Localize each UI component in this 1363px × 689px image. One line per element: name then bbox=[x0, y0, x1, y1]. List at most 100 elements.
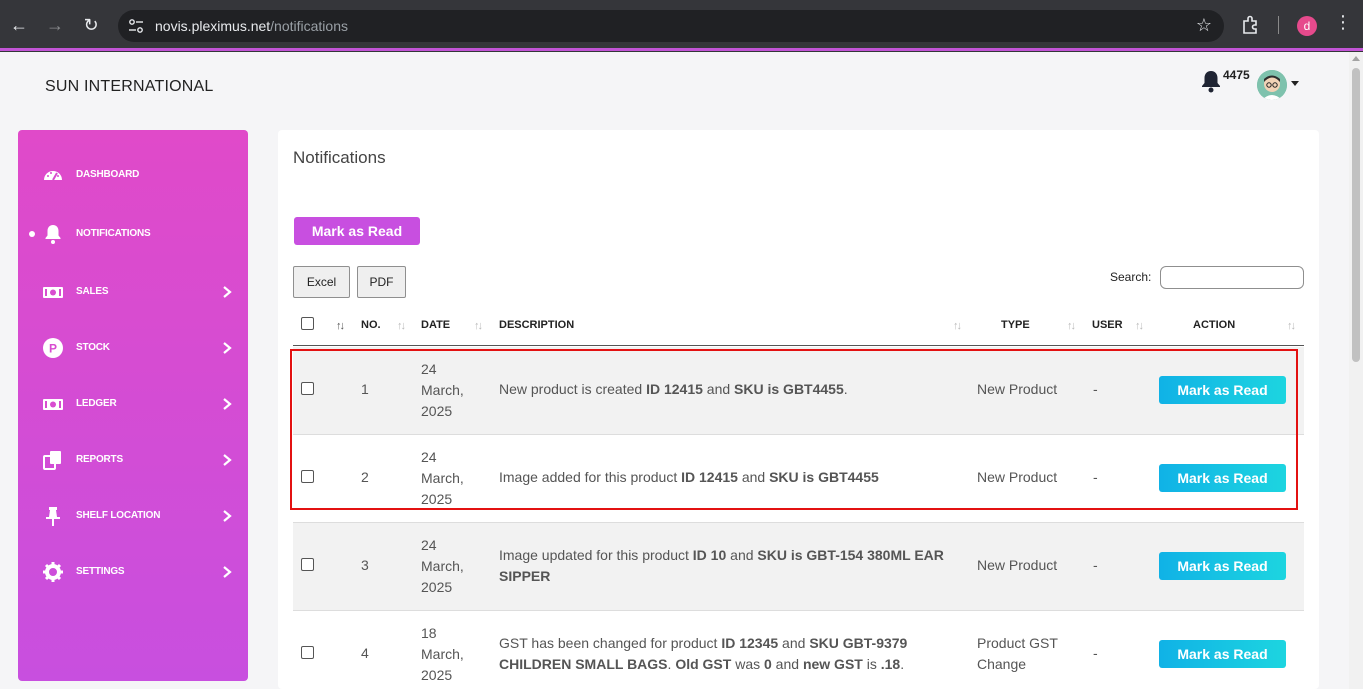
page-scrollbar[interactable] bbox=[1349, 52, 1363, 689]
site-settings-icon[interactable] bbox=[128, 18, 144, 34]
mark-all-read-button[interactable]: Mark as Read bbox=[294, 217, 420, 245]
browser-menu-icon[interactable]: ⋮ bbox=[1334, 12, 1352, 33]
row-description: Image updated for this product ID 10 and… bbox=[499, 545, 954, 587]
sidebar-item-label: SHELF LOCATION bbox=[76, 510, 161, 521]
row-date: 18 March, 2025 bbox=[421, 623, 491, 686]
chevron-right-icon bbox=[223, 286, 232, 298]
bell-icon bbox=[45, 225, 61, 244]
search-label: Search: bbox=[1110, 270, 1152, 284]
back-icon[interactable]: ← bbox=[6, 12, 32, 38]
row-user: - bbox=[1093, 645, 1098, 661]
sidebar-item-label: NOTIFICATIONS bbox=[76, 228, 151, 239]
desc-bold-part: ID 12345 bbox=[721, 635, 779, 651]
sort-icon[interactable]: ↑↓ bbox=[1135, 320, 1144, 332]
desc-bold-part: ID 10 bbox=[692, 547, 727, 563]
date-month: March, bbox=[421, 646, 464, 662]
sidebar-item-notifications[interactable]: NOTIFICATIONS bbox=[18, 216, 248, 252]
profile-avatar[interactable]: d bbox=[1297, 16, 1317, 36]
column-header-date[interactable]: DATE bbox=[421, 319, 450, 331]
mark-as-read-button[interactable]: Mark as Read bbox=[1159, 552, 1286, 580]
export-excel-button[interactable]: Excel bbox=[293, 266, 350, 298]
avatar-face-icon bbox=[1257, 70, 1287, 100]
sidebar-item-label: REPORTS bbox=[76, 454, 123, 465]
sidebar-item-shelf-location[interactable]: SHELF LOCATION bbox=[18, 498, 248, 534]
forward-icon[interactable]: → bbox=[42, 12, 68, 38]
desc-part: was bbox=[731, 656, 764, 672]
desc-bold-part: Old GST bbox=[675, 656, 732, 672]
desc-part: is bbox=[862, 656, 881, 672]
sidebar-item-reports[interactable]: REPORTS bbox=[18, 442, 248, 478]
row-type: New Product bbox=[977, 557, 1058, 573]
sidebar-item-stock[interactable]: P STOCK bbox=[18, 330, 248, 366]
desc-part: Image updated for this product bbox=[499, 547, 693, 563]
p-circle-icon: P bbox=[43, 338, 63, 358]
export-pdf-button[interactable]: PDF bbox=[357, 266, 406, 298]
desc-bold-part: 0 bbox=[764, 656, 772, 672]
desc-bold-part: .18 bbox=[880, 656, 901, 672]
row-description: GST has been changed for product ID 1234… bbox=[499, 633, 954, 675]
select-all-checkbox[interactable] bbox=[301, 317, 314, 330]
chevron-right-icon bbox=[223, 510, 232, 522]
svg-text:P: P bbox=[49, 342, 57, 356]
column-header-type[interactable]: TYPE bbox=[1001, 319, 1030, 331]
address-bar[interactable]: novis.pleximus.net/notifications ☆ bbox=[118, 10, 1224, 42]
date-month: March, bbox=[421, 558, 464, 574]
sidebar-item-settings[interactable]: SETTINGS bbox=[18, 554, 248, 590]
documents-icon bbox=[43, 451, 61, 470]
chevron-right-icon bbox=[223, 454, 232, 466]
date-day: 18 bbox=[421, 625, 437, 641]
row-number: 3 bbox=[361, 557, 369, 573]
sidebar-item-sales[interactable]: SALES bbox=[18, 274, 248, 310]
date-year: 2025 bbox=[421, 667, 453, 683]
row-checkbox[interactable] bbox=[301, 646, 314, 659]
money-icon bbox=[43, 399, 63, 410]
money-icon bbox=[43, 287, 63, 298]
speedometer-icon bbox=[44, 171, 62, 181]
sort-icon[interactable]: ↑↓ bbox=[953, 320, 962, 332]
scrollbar-thumb[interactable] bbox=[1352, 68, 1360, 362]
desc-part: and bbox=[771, 656, 803, 672]
chrome-accent-line bbox=[0, 48, 1363, 51]
column-header-description[interactable]: DESCRIPTION bbox=[499, 319, 574, 331]
highlight-annotation bbox=[290, 349, 1298, 510]
sort-icon[interactable]: ↑↓ bbox=[1067, 320, 1076, 332]
chevron-right-icon bbox=[223, 342, 232, 354]
avatar-caret-icon[interactable] bbox=[1291, 81, 1299, 86]
mark-as-read-button[interactable]: Mark as Read bbox=[1159, 640, 1286, 668]
url-host: novis.pleximus.net bbox=[155, 18, 271, 34]
toolbar-separator bbox=[1278, 16, 1279, 34]
sort-icon[interactable]: ↑↓ bbox=[474, 320, 483, 332]
chevron-right-icon bbox=[223, 566, 232, 578]
column-header-no[interactable]: NO. bbox=[361, 319, 381, 331]
sidebar-item-label: STOCK bbox=[76, 342, 110, 353]
sidebar-item-dashboard[interactable]: DASHBOARD bbox=[18, 157, 248, 193]
column-header-action[interactable]: ACTION bbox=[1193, 319, 1235, 331]
pin-icon bbox=[46, 507, 60, 526]
desc-part: . bbox=[900, 656, 905, 672]
active-indicator bbox=[29, 231, 35, 237]
browser-toolbar: ← → ↻ novis.pleximus.net/notifications ☆… bbox=[0, 0, 1363, 52]
sidebar-item-ledger[interactable]: LEDGER bbox=[18, 386, 248, 422]
sort-icon[interactable]: ↑↓ bbox=[336, 320, 345, 332]
bookmark-star-icon[interactable]: ☆ bbox=[1196, 15, 1212, 36]
extensions-icon[interactable] bbox=[1240, 14, 1262, 36]
row-type: Product GST Change bbox=[977, 635, 1058, 672]
scroll-up-arrow-icon[interactable] bbox=[1352, 56, 1360, 61]
row-checkbox[interactable] bbox=[301, 558, 314, 571]
user-avatar[interactable] bbox=[1257, 70, 1287, 100]
sort-icon[interactable]: ↑↓ bbox=[1287, 320, 1296, 332]
brand-name: SUN INTERNATIONAL bbox=[45, 78, 214, 95]
notification-count: 4475 bbox=[1223, 68, 1250, 82]
search-input[interactable] bbox=[1160, 266, 1304, 289]
reload-icon[interactable]: ↻ bbox=[78, 12, 104, 38]
column-header-user[interactable]: USER bbox=[1092, 319, 1123, 331]
row-number: 4 bbox=[361, 645, 369, 661]
gear-icon bbox=[43, 562, 63, 582]
sidebar-item-label: SETTINGS bbox=[76, 566, 125, 577]
sidebar-item-label: SALES bbox=[76, 286, 109, 297]
sort-icon[interactable]: ↑↓ bbox=[397, 320, 406, 332]
desc-part: and bbox=[778, 635, 810, 651]
row-user: - bbox=[1093, 557, 1098, 573]
notification-bell-icon[interactable] bbox=[1199, 68, 1223, 94]
desc-part: and bbox=[726, 547, 758, 563]
